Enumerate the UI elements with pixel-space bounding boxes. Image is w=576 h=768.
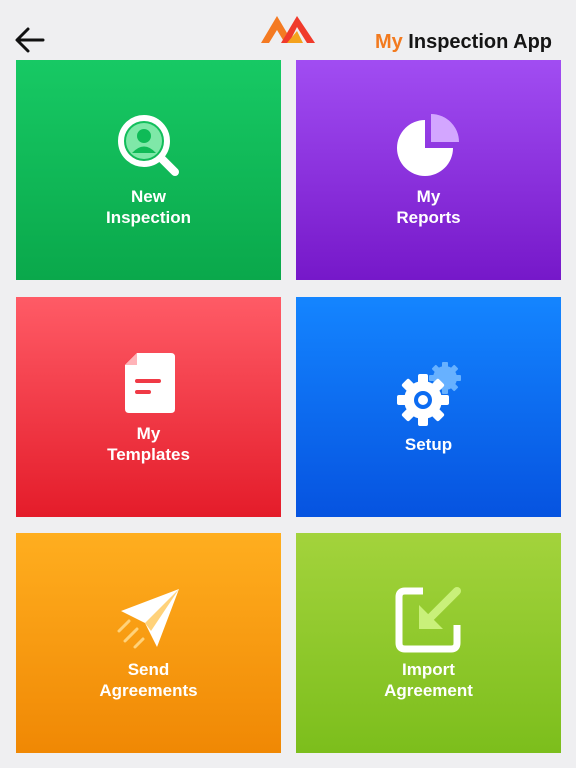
my-templates-button[interactable]: My Templates [16,297,281,517]
document-icon [124,353,175,413]
app-header: My Inspection App [0,0,576,60]
setup-button[interactable]: Setup [296,297,561,517]
send-agreements-button[interactable]: Send Agreements [16,533,281,753]
send-agreements-label: Send Agreements [99,660,198,700]
import-agreement-label: Import Agreement [384,660,473,700]
app-logo-icon [261,16,315,43]
setup-label: Setup [404,434,453,454]
my-reports-button[interactable]: My Reports [296,60,561,280]
new-inspection-label: New Inspection [105,187,191,227]
my-reports-label: My Reports [396,187,461,227]
pie-chart-icon [396,114,459,176]
my-templates-label: My Templates [107,424,190,464]
app-title-main: Inspection App [408,31,552,53]
app-title: My Inspection App [375,31,552,54]
new-inspection-button[interactable]: New Inspection [16,60,281,280]
back-arrow-icon[interactable] [12,22,48,58]
magnifier-person-icon [117,115,179,176]
app-title-accent: My [374,31,403,53]
paper-plane-icon [117,589,179,649]
import-arrow-icon [395,587,461,653]
gear-icon [396,361,461,426]
import-agreement-button[interactable]: Import Agreement [296,533,561,753]
